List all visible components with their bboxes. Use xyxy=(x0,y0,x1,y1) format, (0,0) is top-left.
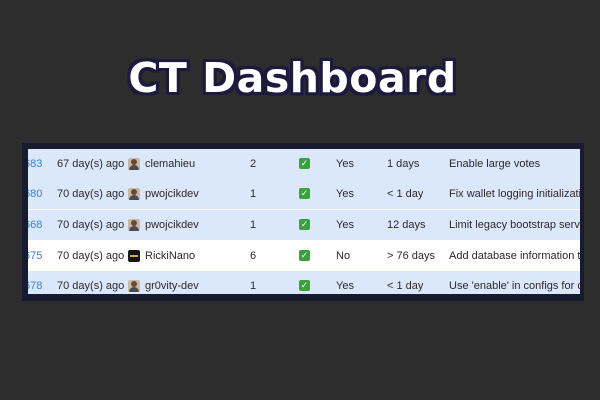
pr-author: RickiNano xyxy=(145,250,196,262)
pr-duration: 12 days xyxy=(387,219,426,231)
check-mark-icon: ✓ xyxy=(299,219,310,230)
pr-number-link[interactable]: 678 xyxy=(28,271,42,294)
pr-status: Yes xyxy=(336,219,354,231)
pr-status: Yes xyxy=(336,188,354,200)
pr-count: 2 xyxy=(250,158,257,170)
pr-count: 1 xyxy=(250,188,257,200)
check-mark-icon: ✓ xyxy=(299,250,310,261)
pr-status: Yes xyxy=(336,158,354,170)
pr-title: Fix wallet logging initialization xyxy=(449,188,580,200)
pr-number-link[interactable]: 683 xyxy=(28,149,42,179)
page-title: CT Dashboard xyxy=(128,54,457,102)
user-avatar-icon xyxy=(128,250,140,262)
table-row[interactable]: 668 70 day(s) ago pwojcikdev 1 ✓ Yes 12 … xyxy=(28,210,580,240)
pr-number-link[interactable]: 668 xyxy=(28,210,42,240)
pr-count: 1 xyxy=(250,280,257,292)
pr-number-link[interactable]: 675 xyxy=(28,241,42,271)
pr-status: No xyxy=(336,250,351,262)
pull-request-table[interactable]: 683 67 day(s) ago clemahieu 2 ✓ Yes 1 da… xyxy=(28,149,580,294)
pr-duration: 1 days xyxy=(387,158,420,170)
pr-title: Limit legacy bootstrap serving xyxy=(449,219,580,231)
table-row[interactable]: 680 70 day(s) ago pwojcikdev 1 ✓ Yes < 1… xyxy=(28,179,580,209)
pr-age: 67 day(s) ago xyxy=(57,158,125,170)
table-row[interactable]: 683 67 day(s) ago clemahieu 2 ✓ Yes 1 da… xyxy=(28,149,580,179)
pr-count: 1 xyxy=(250,219,257,231)
pr-status: Yes xyxy=(336,280,354,292)
table-row[interactable]: 678 70 day(s) ago gr0vity-dev 1 ✓ Yes < … xyxy=(28,271,580,294)
pr-title: Enable large votes xyxy=(449,158,541,170)
pr-title: Use 'enable' in configs for co xyxy=(449,280,580,292)
check-mark-icon: ✓ xyxy=(299,280,310,291)
user-avatar-icon xyxy=(128,280,140,292)
table-row[interactable]: 675 70 day(s) ago RickiNano 6 ✓ No > 76 … xyxy=(28,241,580,271)
check-mark-icon: ✓ xyxy=(299,188,310,199)
pr-duration: > 76 days xyxy=(387,250,436,262)
pr-duration: < 1 day xyxy=(387,280,424,292)
pr-age: 70 day(s) ago xyxy=(57,188,125,200)
pr-author: pwojcikdev xyxy=(145,219,199,231)
pr-age: 70 day(s) ago xyxy=(57,280,125,292)
pr-author: gr0vity-dev xyxy=(145,280,199,292)
pr-number-link[interactable]: 680 xyxy=(28,179,42,209)
user-avatar-icon xyxy=(128,219,140,231)
pr-author: clemahieu xyxy=(145,158,196,170)
check-mark-icon: ✓ xyxy=(299,158,310,169)
pr-author: pwojcikdev xyxy=(145,188,199,200)
pr-age: 70 day(s) ago xyxy=(57,219,125,231)
pr-age: 70 day(s) ago xyxy=(57,250,125,262)
pr-title: Add database information to xyxy=(449,250,580,262)
user-avatar-icon xyxy=(128,158,140,170)
user-avatar-icon xyxy=(128,188,140,200)
pr-duration: < 1 day xyxy=(387,188,424,200)
pr-count: 6 xyxy=(250,250,257,262)
